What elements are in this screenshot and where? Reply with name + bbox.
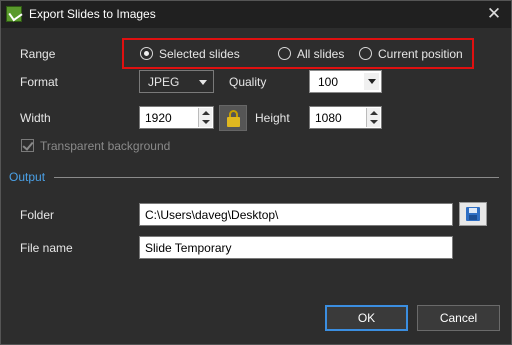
folder-label: Folder [20, 208, 55, 222]
chevron-down-icon [199, 80, 207, 85]
quality-label: Quality [229, 75, 267, 89]
filename-input[interactable]: Slide Temporary [139, 236, 453, 259]
export-dialog: Export Slides to Images ✕ Range Selected… [0, 0, 512, 345]
title-bar: Export Slides to Images ✕ [1, 1, 511, 28]
filename-label: File name [20, 241, 73, 255]
ok-button[interactable]: OK [325, 305, 408, 331]
chevron-down-icon [368, 79, 376, 84]
radio-unchecked-icon [359, 47, 372, 60]
radio-all-slides-label: All slides [297, 46, 345, 61]
lock-icon-body [227, 117, 240, 127]
radio-all-slides[interactable]: All slides [278, 40, 344, 67]
quality-value: 100 [318, 75, 339, 89]
radio-selected-slides-label: Selected slides [159, 46, 240, 61]
browse-folder-button[interactable] [459, 202, 487, 226]
radio-unchecked-icon [278, 47, 291, 60]
folder-input[interactable]: C:\Users\daveg\Desktop\ [139, 203, 453, 226]
height-decrement-icon[interactable] [366, 117, 380, 127]
format-label: Format [20, 75, 59, 89]
filename-value: Slide Temporary [145, 241, 232, 255]
radio-selected-slides[interactable]: Selected slides [140, 40, 240, 67]
save-disk-icon [466, 207, 480, 221]
format-value: JPEG [148, 75, 180, 89]
quality-dropdown-button[interactable] [364, 73, 379, 90]
folder-value: C:\Users\daveg\Desktop\ [145, 208, 279, 222]
cancel-button[interactable]: Cancel [417, 305, 500, 331]
range-options-highlight: Selected slides All slides Current posit… [122, 38, 474, 69]
transparent-background-checkbox[interactable] [21, 139, 34, 152]
close-icon[interactable]: ✕ [477, 1, 511, 28]
format-dropdown[interactable]: JPEG [139, 70, 214, 93]
section-divider [54, 177, 499, 178]
range-label: Range [20, 47, 56, 61]
app-logo-icon [6, 6, 22, 22]
radio-checked-icon [140, 47, 153, 60]
aspect-lock-button[interactable] [219, 105, 247, 131]
radio-current-position[interactable]: Current position [359, 40, 463, 67]
width-label: Width [20, 111, 51, 125]
width-stepper[interactable]: 1920 [139, 106, 214, 129]
quality-dropdown[interactable]: 100 [309, 70, 382, 93]
output-section-title: Output [9, 170, 46, 184]
window-title: Export Slides to Images [29, 7, 156, 21]
height-stepper[interactable]: 1080 [309, 106, 382, 129]
radio-current-position-label: Current position [378, 46, 463, 61]
height-value: 1080 [315, 111, 342, 125]
transparent-background-label: Transparent background [40, 139, 171, 153]
width-value: 1920 [145, 111, 172, 125]
width-decrement-icon[interactable] [198, 117, 212, 127]
height-label: Height [255, 111, 290, 125]
